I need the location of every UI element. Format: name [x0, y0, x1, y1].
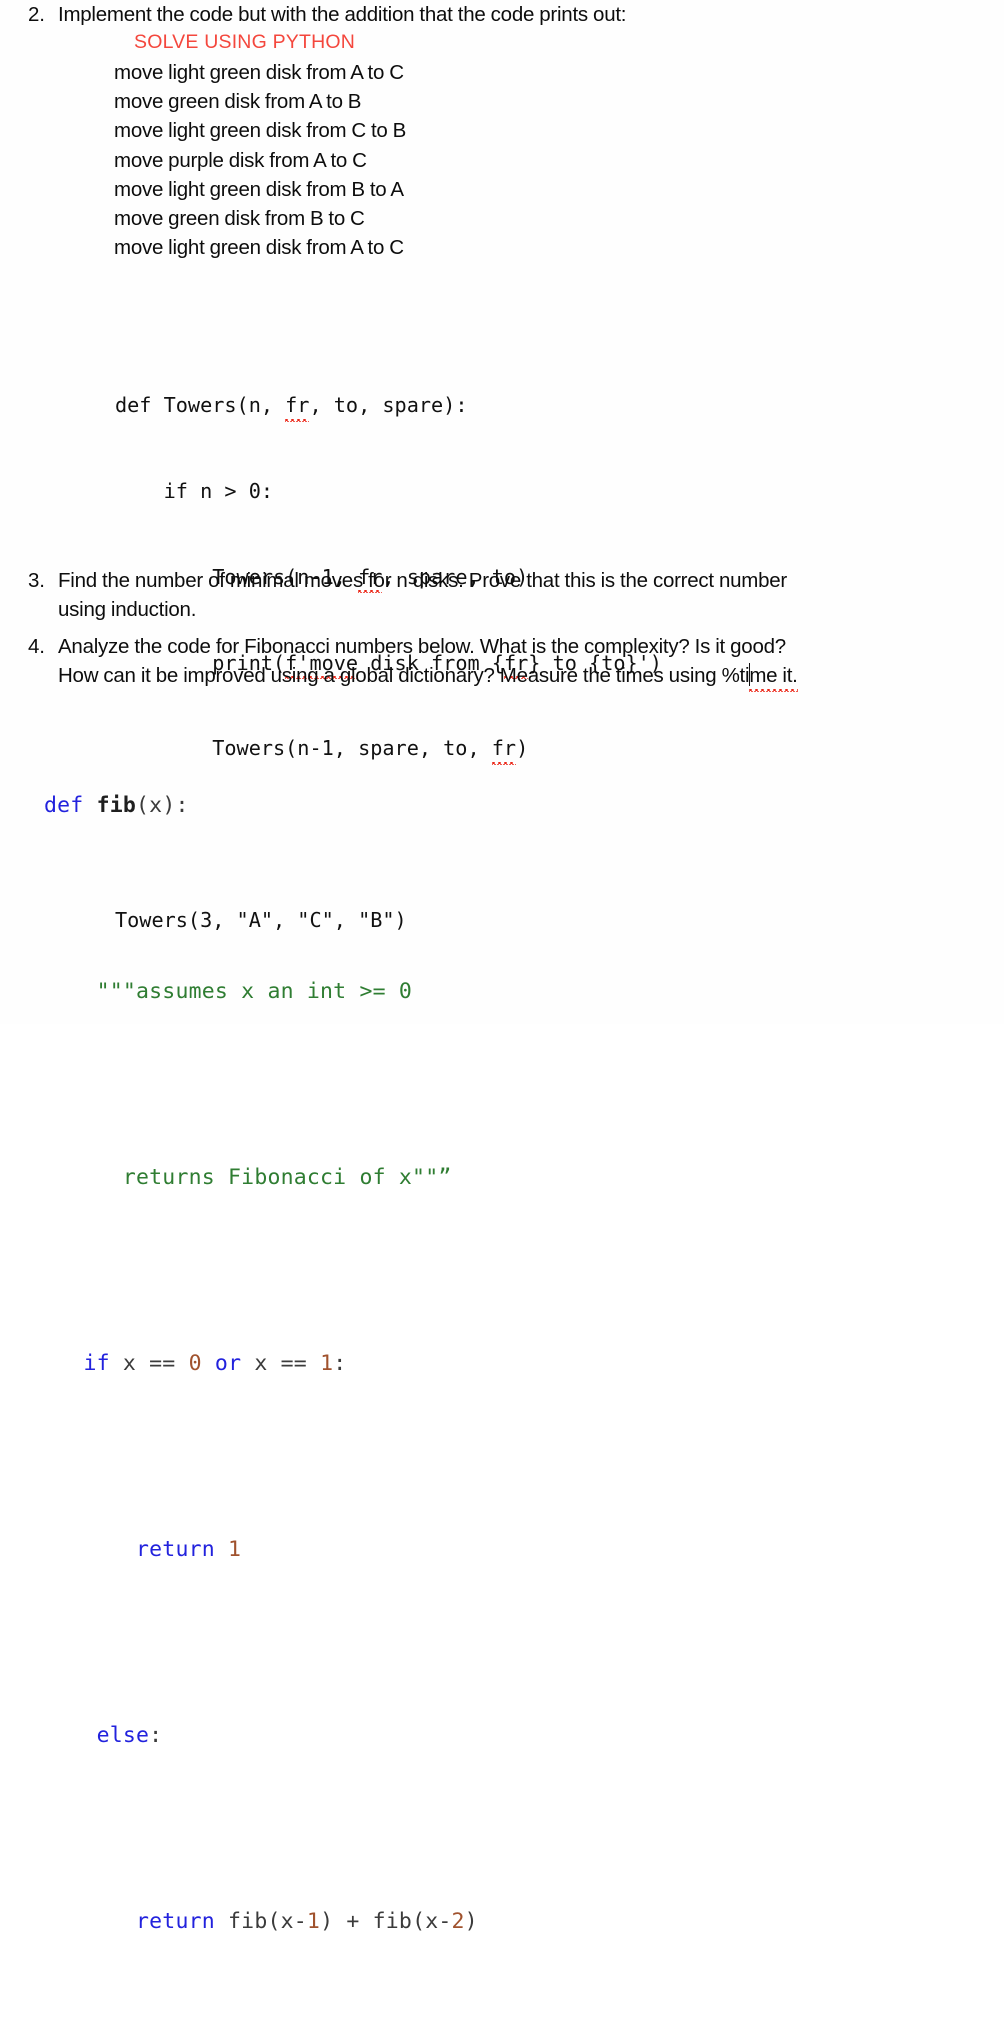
code-line: """assumes x an int >= 0: [0, 969, 1004, 1016]
list-item-4-line-1: Analyze the code for Fibonacci numbers b…: [58, 635, 786, 658]
docstring-line-1: """assumes x an int >= 0: [96, 979, 413, 1004]
list-item-4-number: 4.: [28, 635, 45, 658]
keyword-return: return: [136, 1537, 215, 1562]
move-line: move light green disk from B to A: [114, 177, 404, 201]
list-item-4-line-2-part-a: How can it be improved using a global di…: [58, 664, 750, 687]
code-text: ) + fib(x-: [320, 1909, 452, 1934]
spellcheck-underline: fr: [285, 391, 310, 422]
move-line: move light green disk from A to C: [114, 236, 404, 260]
code-text: (x):: [136, 793, 189, 818]
list-item-4-line-2: How can it be improved using a global di…: [58, 661, 988, 692]
keyword-else: else: [96, 1723, 150, 1748]
move-line: move light green disk from A to C: [114, 61, 404, 84]
list-item-4: 4. Analyze the code for Fibonacci number…: [28, 632, 988, 692]
move-line: move light green disk from C to B: [114, 119, 407, 143]
docstring-line-2: returns Fibonacci of x""”: [122, 1165, 452, 1190]
code-text: if n > 0:: [115, 478, 274, 503]
code-text: , to, spare):: [309, 393, 468, 418]
list-item-2: 2. Implement the code but with the addit…: [28, 0, 968, 29]
list-item-3-number: 3.: [28, 569, 45, 592]
code-line: if x == 0 or x == 1:: [0, 1341, 1004, 1388]
keyword-if: if: [83, 1351, 110, 1376]
number-literal: 0: [188, 1351, 202, 1376]
keyword-def: def: [44, 793, 84, 818]
code-line: if n > 0:: [115, 477, 662, 506]
move-line: move green disk from B to C: [114, 207, 365, 231]
function-name-fib: fib: [96, 793, 137, 818]
keyword-or: or: [214, 1351, 242, 1376]
move-line: move purple disk from A to C: [114, 148, 367, 172]
list-item-3-line-2: using induction.: [58, 598, 197, 621]
code-line: returns Fibonacci of x""”: [0, 1155, 1004, 1202]
code-text: fib(x-: [214, 1909, 307, 1934]
tower-moves-output: move light green disk from A to C move g…: [114, 58, 406, 262]
number-literal: 1: [306, 1909, 321, 1934]
code-text: :: [333, 1351, 347, 1376]
number-literal: 2: [451, 1909, 465, 1934]
spellcheck-underline: me it.: [749, 661, 798, 692]
code-text: fr: [285, 393, 310, 418]
list-item-2-text: Implement the code but with the addition…: [58, 3, 627, 26]
list-item-4-line-2-part-b: me it.: [749, 664, 798, 687]
code-line: else:: [0, 1713, 1004, 1760]
move-line: move green disk from A to B: [114, 90, 362, 114]
fibonacci-code-block: def fib(x): """assumes x an int >= 0 ret…: [0, 690, 1004, 2039]
number-literal: 1: [228, 1537, 242, 1562]
code-text: :: [149, 1723, 163, 1748]
list-item-2-number: 2.: [28, 3, 45, 26]
code-line: def Towers(n, fr, to, spare):: [115, 391, 662, 422]
code-text: x ==: [241, 1351, 321, 1376]
code-line: return fib(x-1) + fib(x-2): [0, 1899, 1004, 1946]
code-line: return 1: [0, 1527, 1004, 1574]
list-item-3: 3. Find the number of minimal moves for …: [28, 566, 978, 624]
code-text: ): [464, 1909, 478, 1934]
list-item-3-line-1: Find the number of minimal moves for n d…: [58, 569, 787, 592]
solve-using-python-annotation: SOLVE USING PYTHON: [134, 31, 356, 53]
number-literal: 1: [320, 1351, 334, 1376]
keyword-return: return: [136, 1909, 215, 1934]
code-line: def fib(x):: [0, 783, 1004, 830]
code-text: x ==: [109, 1351, 189, 1376]
code-text: def Towers(n,: [115, 393, 286, 418]
document-page: 2. Implement the code but with the addit…: [0, 0, 1004, 1934]
